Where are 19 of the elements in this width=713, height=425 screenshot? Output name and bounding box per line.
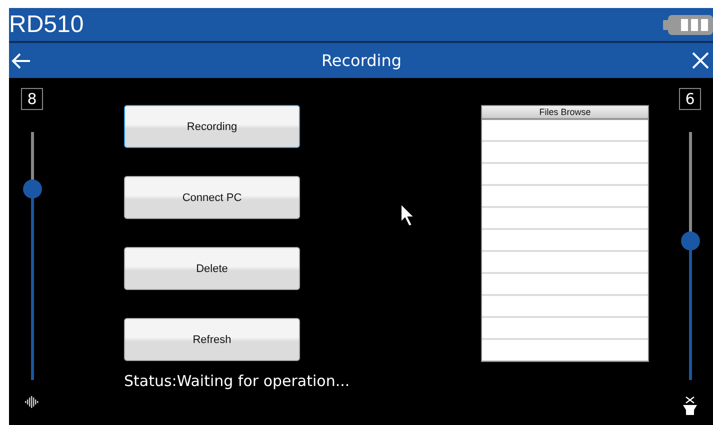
flashlight-icon (682, 396, 698, 416)
close-icon[interactable] (692, 52, 709, 69)
back-arrow-icon[interactable] (11, 52, 31, 70)
list-header: Files Browse (482, 106, 648, 120)
value-display: 8 (21, 88, 43, 110)
action-button[interactable]: Refresh (124, 318, 300, 361)
action-button[interactable]: Recording (124, 105, 300, 148)
action-button[interactable]: Delete (124, 247, 300, 290)
device-title: RD510 (9, 10, 84, 38)
battery-icon (663, 14, 713, 34)
status-text: Status:Waiting for operation... (124, 372, 351, 390)
slider-thumb[interactable] (22, 180, 42, 199)
value-display: 6 (679, 88, 701, 110)
screen-title: Recording (321, 51, 402, 70)
slider-thumb[interactable] (680, 232, 700, 251)
mouse-pointer-icon (400, 203, 414, 227)
action-button[interactable]: Connect PC (124, 176, 300, 219)
waveform-icon (25, 396, 39, 408)
file-list[interactable]: Files Browse (481, 105, 649, 362)
